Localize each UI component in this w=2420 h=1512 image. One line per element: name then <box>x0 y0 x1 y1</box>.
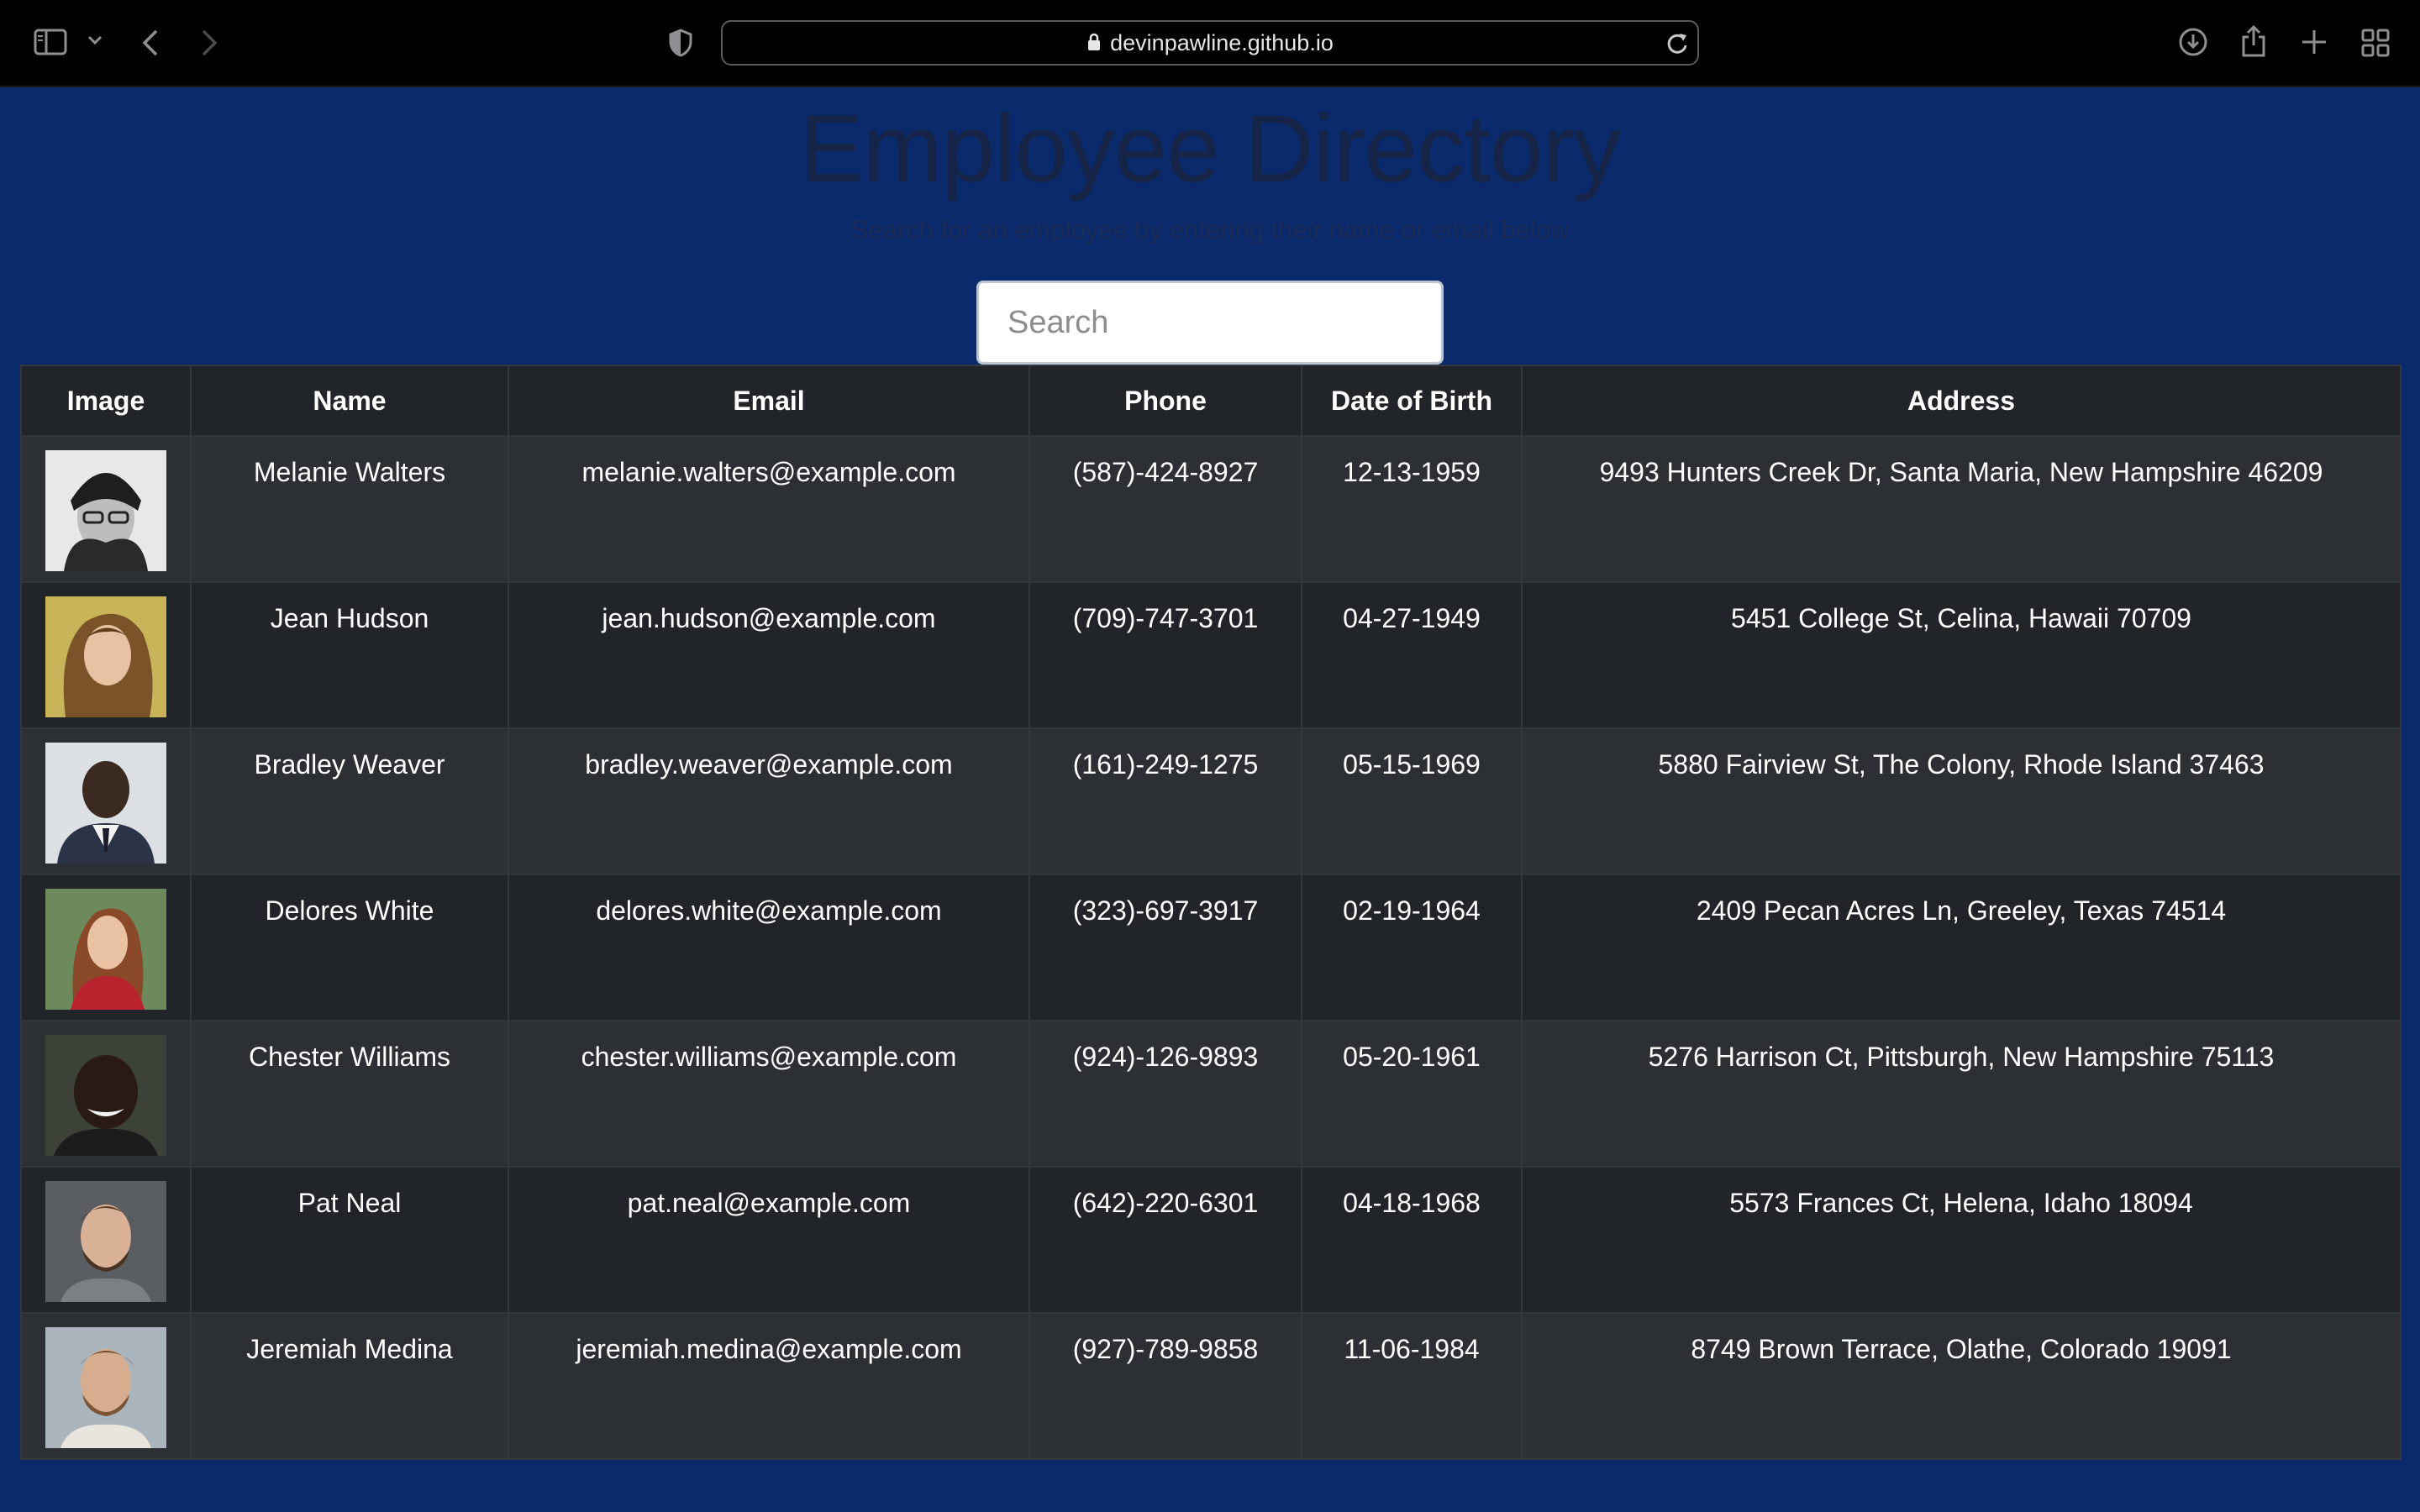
column-header-name[interactable]: Name <box>190 365 509 437</box>
privacy-shield-icon[interactable] <box>669 29 692 57</box>
table-row: Chester Williams chester.williams@exampl… <box>20 1020 2402 1168</box>
cell-name: Bradley Weaver <box>190 727 509 875</box>
cell-email: chester.williams@example.com <box>508 1020 1030 1168</box>
cell-phone: (924)-126-9893 <box>1028 1020 1302 1168</box>
browser-toolbar: devinpawline.github.io <box>0 0 2420 87</box>
table-row: Delores White delores.white@example.com … <box>20 874 2402 1021</box>
address-host-text: devinpawline.github.io <box>1110 30 1334 55</box>
search-input[interactable] <box>976 281 1444 365</box>
lock-icon <box>1086 24 1102 66</box>
cell-dob: 11-06-1984 <box>1301 1312 1523 1460</box>
cell-name: Chester Williams <box>190 1020 509 1168</box>
cell-address: 5573 Frances Ct, Helena, Idaho 18094 <box>1521 1166 2402 1314</box>
column-header-image[interactable]: Image <box>20 365 192 437</box>
cell-address: 8749 Brown Terrace, Olathe, Colorado 190… <box>1521 1312 2402 1460</box>
cell-name: Jean Hudson <box>190 581 509 729</box>
column-header-phone[interactable]: Phone <box>1028 365 1302 437</box>
cell-phone: (927)-789-9858 <box>1028 1312 1302 1460</box>
cell-dob: 12-13-1959 <box>1301 435 1523 583</box>
employee-photo <box>45 743 166 864</box>
cell-email: melanie.walters@example.com <box>508 435 1030 583</box>
table-header-row: Image Name Email Phone Date of Birth Add… <box>20 365 2402 437</box>
cell-address: 9493 Hunters Creek Dr, Santa Maria, New … <box>1521 435 2402 583</box>
cell-phone: (587)-424-8927 <box>1028 435 1302 583</box>
chevron-down-icon[interactable] <box>87 35 103 45</box>
cell-phone: (161)-249-1275 <box>1028 727 1302 875</box>
table-row: Bradley Weaver bradley.weaver@example.co… <box>20 727 2402 875</box>
cell-phone: (709)-747-3701 <box>1028 581 1302 729</box>
employee-photo <box>45 889 166 1010</box>
cell-address: 5880 Fairview St, The Colony, Rhode Isla… <box>1521 727 2402 875</box>
back-arrow-icon[interactable] <box>141 29 160 57</box>
page-title: Employee Directory <box>799 96 1622 202</box>
cell-dob: 05-20-1961 <box>1301 1020 1523 1168</box>
employee-photo <box>45 450 166 571</box>
column-header-dob[interactable]: Date of Birth <box>1301 365 1523 437</box>
cell-name: Melanie Walters <box>190 435 509 583</box>
employee-photo <box>45 1327 166 1448</box>
cell-name: Delores White <box>190 874 509 1021</box>
tab-overview-icon[interactable] <box>2361 29 2390 57</box>
cell-name: Pat Neal <box>190 1166 509 1314</box>
cell-dob: 04-18-1968 <box>1301 1166 1523 1314</box>
page-subtitle: Search for an employee by entering their… <box>850 215 1570 244</box>
sidebar-toggle-icon[interactable] <box>34 29 67 55</box>
cell-email: jeremiah.medina@example.com <box>508 1312 1030 1460</box>
share-icon[interactable] <box>2240 24 2267 59</box>
table-row: Jeremiah Medina jeremiah.medina@example.… <box>20 1312 2402 1460</box>
cell-dob: 02-19-1964 <box>1301 874 1523 1021</box>
column-header-address[interactable]: Address <box>1521 365 2402 437</box>
cell-address: 5451 College St, Celina, Hawaii 70709 <box>1521 581 2402 729</box>
employee-photo <box>45 596 166 717</box>
cell-address: 2409 Pecan Acres Ln, Greeley, Texas 7451… <box>1521 874 2402 1021</box>
cell-phone: (323)-697-3917 <box>1028 874 1302 1021</box>
employee-photo <box>45 1181 166 1302</box>
employee-table: Image Name Email Phone Date of Birth Add… <box>20 365 2402 1460</box>
column-header-email[interactable]: Email <box>508 365 1030 437</box>
employee-photo <box>45 1035 166 1156</box>
cell-email: delores.white@example.com <box>508 874 1030 1021</box>
new-tab-icon[interactable] <box>2301 29 2328 55</box>
table-row: Jean Hudson jean.hudson@example.com (709… <box>20 581 2402 729</box>
reload-icon[interactable] <box>1665 30 1689 60</box>
forward-arrow-icon[interactable] <box>200 29 218 57</box>
download-icon[interactable] <box>2178 27 2208 57</box>
cell-email: bradley.weaver@example.com <box>508 727 1030 875</box>
cell-dob: 05-15-1969 <box>1301 727 1523 875</box>
cell-dob: 04-27-1949 <box>1301 581 1523 729</box>
table-row: Pat Neal pat.neal@example.com (642)-220-… <box>20 1166 2402 1314</box>
cell-address: 5276 Harrison Ct, Pittsburgh, New Hampsh… <box>1521 1020 2402 1168</box>
cell-phone: (642)-220-6301 <box>1028 1166 1302 1314</box>
address-bar[interactable]: devinpawline.github.io <box>721 20 1699 66</box>
cell-email: pat.neal@example.com <box>508 1166 1030 1314</box>
cell-name: Jeremiah Medina <box>190 1312 509 1460</box>
page-content: Employee Directory Search for an employe… <box>0 87 2420 1512</box>
cell-email: jean.hudson@example.com <box>508 581 1030 729</box>
table-row: Melanie Walters melanie.walters@example.… <box>20 435 2402 583</box>
